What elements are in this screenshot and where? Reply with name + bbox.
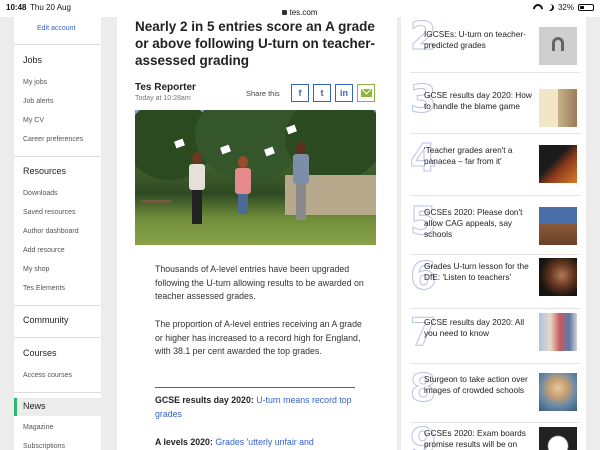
most-read-link[interactable]: GCSEs 2020: Please don't allow CAG appea…: [424, 207, 536, 240]
battery-percent: 32%: [557, 3, 574, 12]
most-read-thumbnail[interactable]: [539, 27, 577, 65]
photo-student: [189, 152, 205, 224]
url-text: tes.com: [289, 8, 318, 17]
sidebar-item-downloads[interactable]: Downloads: [23, 190, 58, 197]
most-read-link[interactable]: GCSE results day 2020: How to handle the…: [424, 90, 536, 112]
most-read-column: 2 IGCSEs: U-turn on teacher-predicted gr…: [401, 17, 586, 450]
most-read-divider: [410, 72, 580, 73]
sidebar-item-job-alerts[interactable]: Job alerts: [23, 98, 53, 105]
most-read-thumbnail[interactable]: [539, 427, 577, 450]
article-paragraph: Thousands of A-level entries have been u…: [155, 264, 364, 301]
linkedin-icon: in: [340, 88, 348, 98]
article-timestamp: Today at 10:28am: [135, 95, 191, 102]
do-not-disturb-icon: [546, 3, 555, 12]
sidebar-item-my-cv[interactable]: My CV: [23, 117, 44, 124]
most-read-link[interactable]: GCSEs 2020: Exam boards promise results …: [424, 428, 536, 450]
most-read-divider: [410, 133, 580, 134]
related-divider: [155, 387, 355, 388]
share-linkedin-button[interactable]: in: [335, 84, 353, 102]
sidebar-item-access-courses[interactable]: Access courses: [23, 372, 72, 379]
most-read-thumbnail[interactable]: [539, 258, 577, 296]
sidebar-heading-jobs[interactable]: Jobs: [23, 55, 42, 65]
article-author[interactable]: Tes Reporter: [135, 82, 196, 93]
most-read-divider: [410, 363, 580, 364]
email-icon: [360, 89, 372, 97]
article-photo: [135, 110, 376, 245]
photo-bench: [141, 200, 171, 214]
sidebar-heading-news[interactable]: News: [23, 401, 46, 411]
sidebar-divider: [14, 44, 101, 45]
most-read-divider: [410, 195, 580, 196]
related-lead: A levels 2020:: [155, 437, 213, 447]
most-read-link[interactable]: IGCSEs: U-turn on teacher-predicted grad…: [424, 29, 536, 51]
related-article: GCSE results day 2020: U-turn means reco…: [155, 394, 360, 421]
most-read-thumbnail[interactable]: [539, 89, 577, 127]
most-read-link[interactable]: Sturgeon to take action over images of c…: [424, 374, 536, 396]
url-bar[interactable]: tes.com: [0, 8, 600, 17]
edit-account-link[interactable]: Edit account: [37, 25, 76, 32]
lock-icon: [282, 10, 288, 15]
photo-student: [293, 142, 309, 220]
status-indicators: 32%: [533, 3, 594, 12]
sidebar-item-my-jobs[interactable]: My jobs: [23, 79, 47, 86]
facebook-icon: f: [298, 88, 302, 98]
sidebar-heading-courses[interactable]: Courses: [23, 348, 57, 358]
photo-student: [235, 156, 251, 214]
sidebar-item-magazine[interactable]: Magazine: [23, 424, 53, 431]
most-read-thumbnail[interactable]: [539, 207, 577, 245]
sidebar-heading-resources[interactable]: Resources: [23, 166, 66, 176]
article-column: Nearly 2 in 5 entries score an A grade o…: [117, 17, 397, 450]
status-bar: 10:48 Thu 20 Aug tes.com 32%: [0, 0, 600, 17]
twitter-icon: t: [320, 88, 324, 98]
sidebar-item-author-dashboard[interactable]: Author dashboard: [23, 228, 79, 235]
most-read-link[interactable]: Grades U-turn lesson for the DfE: 'Liste…: [424, 261, 536, 283]
sidebar-item-tes-elements[interactable]: Tes Elements: [23, 285, 65, 292]
related-link[interactable]: Grades 'utterly unfair and: [215, 437, 314, 447]
most-read-thumbnail[interactable]: [539, 373, 577, 411]
sidebar-item-subscriptions[interactable]: Subscriptions: [23, 443, 65, 450]
related-article: A levels 2020: Grades 'utterly unfair an…: [155, 436, 360, 450]
most-read-thumbnail[interactable]: [539, 145, 577, 183]
share-twitter-button[interactable]: t: [313, 84, 331, 102]
most-read-thumbnail[interactable]: [539, 313, 577, 351]
share-facebook-button[interactable]: f: [291, 84, 309, 102]
sidebar-item-saved-resources[interactable]: Saved resources: [23, 209, 76, 216]
battery-icon: [578, 4, 594, 11]
share-label: Share this: [246, 89, 280, 98]
sidebar-divider: [14, 156, 101, 157]
sidebar-item-add-resource[interactable]: Add resource: [23, 247, 65, 254]
related-lead: GCSE results day 2020:: [155, 395, 254, 405]
battery-fill: [580, 6, 584, 9]
wifi-icon: [533, 4, 543, 11]
sidebar-item-career-preferences[interactable]: Career preferences: [23, 136, 83, 143]
article-headline: Nearly 2 in 5 entries score an A grade o…: [135, 19, 376, 68]
most-read-link[interactable]: GCSE results day 2020: All you need to k…: [424, 317, 536, 339]
most-read-divider: [410, 308, 580, 309]
account-sidebar: Edit account Jobs My jobs Job alerts My …: [14, 17, 101, 450]
article-paragraph: The proportion of A-level entries receiv…: [155, 319, 362, 356]
sidebar-divider: [14, 305, 101, 306]
sidebar-divider: [14, 392, 101, 393]
share-email-button[interactable]: [357, 84, 375, 102]
sidebar-heading-community[interactable]: Community: [23, 315, 69, 325]
sidebar-item-my-shop[interactable]: My shop: [23, 266, 49, 273]
most-read-link[interactable]: 'Teacher grades aren't a panacea – far f…: [424, 145, 536, 167]
byline: Tes Reporter Today at 10:28am: [135, 82, 196, 102]
sidebar-divider: [14, 337, 101, 338]
